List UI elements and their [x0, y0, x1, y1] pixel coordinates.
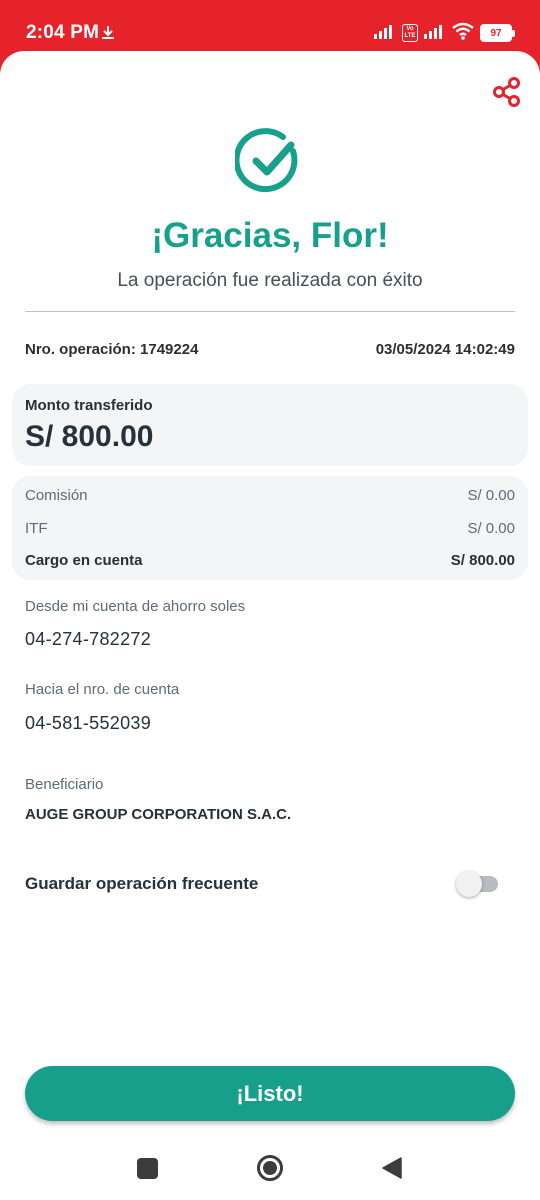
recent-apps-icon[interactable] [137, 1158, 158, 1179]
commission-value: S/ 0.00 [467, 487, 515, 504]
amount-label: Monto transferido [25, 397, 153, 414]
commission-row: Comisión S/ 0.00 [25, 487, 515, 504]
beneficiary-value: AUGE GROUP CORPORATION S.A.C. [25, 806, 292, 823]
operation-datetime: 03/05/2024 14:02:49 [375, 341, 515, 358]
charge-value: S/ 800.00 [450, 552, 515, 569]
itf-value: S/ 0.00 [467, 520, 515, 537]
divider [25, 311, 515, 312]
system-nav-bar [0, 1140, 540, 1200]
status-indicators: Vo LTE 97 [374, 21, 515, 45]
signal-icon [374, 23, 396, 44]
operation-row: Nro. operación: 1749224 03/05/2024 14:02… [25, 341, 515, 358]
page-title: ¡Gracias, Flor! [151, 216, 389, 255]
save-frequent-toggle[interactable] [456, 871, 500, 897]
fees-card: Comisión S/ 0.00 ITF S/ 0.00 Cargo en cu… [12, 476, 528, 580]
toggle-thumb [456, 871, 482, 897]
operation-number: Nro. operación: 1749224 [25, 341, 199, 358]
check-circle-icon [233, 127, 305, 197]
status-time: 2:04 PM [26, 22, 100, 43]
from-account-label: Desde mi cuenta de ahorro soles [25, 598, 246, 615]
signal-icon [424, 23, 446, 44]
to-account-label: Hacia el nro. de cuenta [25, 681, 180, 698]
save-frequent-label: Guardar operación frecuente [25, 874, 259, 893]
commission-label: Comisión [25, 487, 88, 504]
charge-row: Cargo en cuenta S/ 800.00 [25, 552, 515, 569]
itf-row: ITF S/ 0.00 [25, 520, 515, 537]
volte-icon: Vo LTE [402, 24, 418, 42]
share-icon[interactable] [492, 76, 522, 108]
done-button[interactable]: ¡Listo! [25, 1066, 515, 1121]
wifi-icon [452, 22, 474, 45]
to-account-value: 04-581-552039 [25, 713, 152, 733]
battery-icon: 97 [480, 24, 515, 42]
amount-card: Monto transferido S/ 800.00 [12, 384, 528, 466]
page-subtitle: La operación fue realizada con éxito [117, 270, 423, 291]
itf-label: ITF [25, 520, 48, 537]
back-icon[interactable] [381, 1156, 403, 1180]
amount-value: S/ 800.00 [25, 420, 154, 453]
from-account-value: 04-274-782272 [25, 629, 152, 649]
home-icon[interactable] [256, 1154, 284, 1182]
charge-label: Cargo en cuenta [25, 552, 143, 569]
beneficiary-label: Beneficiario [25, 776, 104, 793]
download-icon [100, 24, 116, 45]
